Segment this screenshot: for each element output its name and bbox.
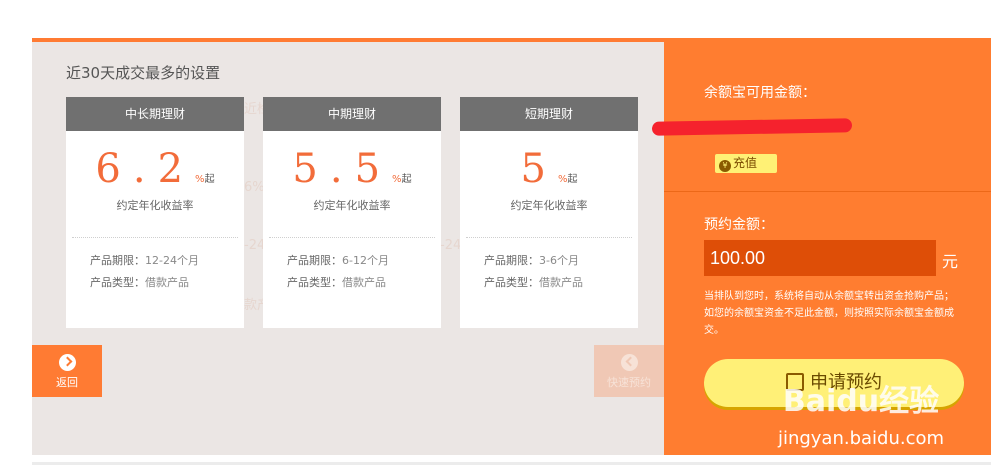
- reserve-amount-label: 预约金额：: [704, 217, 774, 233]
- type-label: 产品类型：: [484, 276, 539, 289]
- chevron-left-icon: [620, 354, 638, 371]
- rate-percent: %: [195, 174, 205, 185]
- quick-reserve-button[interactable]: 快速预约: [594, 345, 664, 397]
- term-label: 产品期限：: [287, 254, 342, 267]
- panel-divider: [664, 191, 991, 192]
- rate-desc: 约定年化收益率: [116, 199, 194, 212]
- ghost-text: -24: [440, 238, 462, 253]
- back-label: 返回: [56, 376, 78, 389]
- product-card-short[interactable]: 短期理财 5%起 约定年化收益率 产品期限：3-6个月 产品类型：借款产品: [460, 97, 638, 328]
- section-title: 近30天成交最多的设置: [66, 64, 221, 82]
- type-value: 借款产品: [342, 276, 386, 289]
- product-card-long[interactable]: 中长期理财 6.2%起 约定年化收益率 产品期限：12-24个月 产品类型：借款…: [66, 97, 244, 328]
- rate-row: 6.2%起: [66, 147, 244, 191]
- term-label: 产品期限：: [90, 254, 145, 267]
- rate-desc: 约定年化收益率: [510, 199, 588, 212]
- card-divider: [72, 237, 238, 238]
- rate-row: 5.5%起: [263, 147, 441, 191]
- amount-unit: 元: [942, 252, 959, 271]
- rate-value: 6.2: [95, 146, 196, 192]
- product-card-mid[interactable]: 中期理财 5.5%起 约定年化收益率 产品期限：6-12个月 产品类型：借款产品: [263, 97, 441, 328]
- type-value: 借款产品: [145, 276, 189, 289]
- rate-from: 起: [204, 174, 215, 185]
- card-info: 产品期限：3-6个月 产品类型：借款产品: [460, 250, 638, 294]
- type-label: 产品类型：: [287, 276, 342, 289]
- rate-value: 5: [520, 146, 558, 192]
- recommend-panel: 近30天成交最多的设置 近检 6% -24 款产 -24 中长期理财 6.2%起…: [32, 42, 664, 455]
- rate-from: 起: [401, 174, 412, 185]
- card-header: 中期理财: [263, 97, 441, 131]
- reserve-amount-input[interactable]: [704, 240, 936, 276]
- card-info: 产品期限：12-24个月 产品类型：借款产品: [66, 250, 244, 294]
- card-divider: [269, 237, 435, 238]
- redaction-mark: [651, 118, 853, 136]
- term-value: 12-24个月: [145, 254, 199, 267]
- rate-value: 5.5: [292, 146, 393, 192]
- balance-label: 余额宝可用金额：: [704, 85, 816, 101]
- bottom-divider: [32, 462, 991, 465]
- watermark-url: jingyan.baidu.com: [777, 428, 945, 449]
- term-label: 产品期限：: [484, 254, 539, 267]
- quick-reserve-label: 快速预约: [607, 376, 651, 389]
- baidu-watermark: Baidu经验 jingyan.baidu.com: [756, 376, 966, 449]
- term-value: 3-6个月: [539, 254, 579, 267]
- rate-percent: %: [392, 174, 402, 185]
- type-value: 借款产品: [539, 276, 583, 289]
- ghost-text: 6%: [244, 180, 265, 195]
- watermark-logo: Baidu经验: [782, 384, 940, 419]
- card-divider: [466, 237, 632, 238]
- term-value: 6-12个月: [342, 254, 389, 267]
- back-button[interactable]: 返回: [32, 345, 102, 397]
- recharge-label: 充值: [733, 156, 758, 170]
- card-info: 产品期限：6-12个月 产品类型：借款产品: [263, 250, 441, 294]
- rate-desc: 约定年化收益率: [313, 199, 391, 212]
- type-label: 产品类型：: [90, 276, 145, 289]
- reserve-notice: 当排队到您时，系统将自动从余额宝转出资金抢购产品；如您的余额宝资金不足此金额，则…: [704, 291, 954, 336]
- yen-icon: ¥: [719, 160, 731, 172]
- card-header: 中长期理财: [66, 97, 244, 131]
- card-header: 短期理财: [460, 97, 638, 131]
- rate-row: 5%起: [460, 147, 638, 191]
- rate-from: 起: [567, 174, 578, 185]
- recharge-button[interactable]: ¥ 充值: [715, 154, 777, 173]
- chevron-right-icon: [58, 354, 76, 371]
